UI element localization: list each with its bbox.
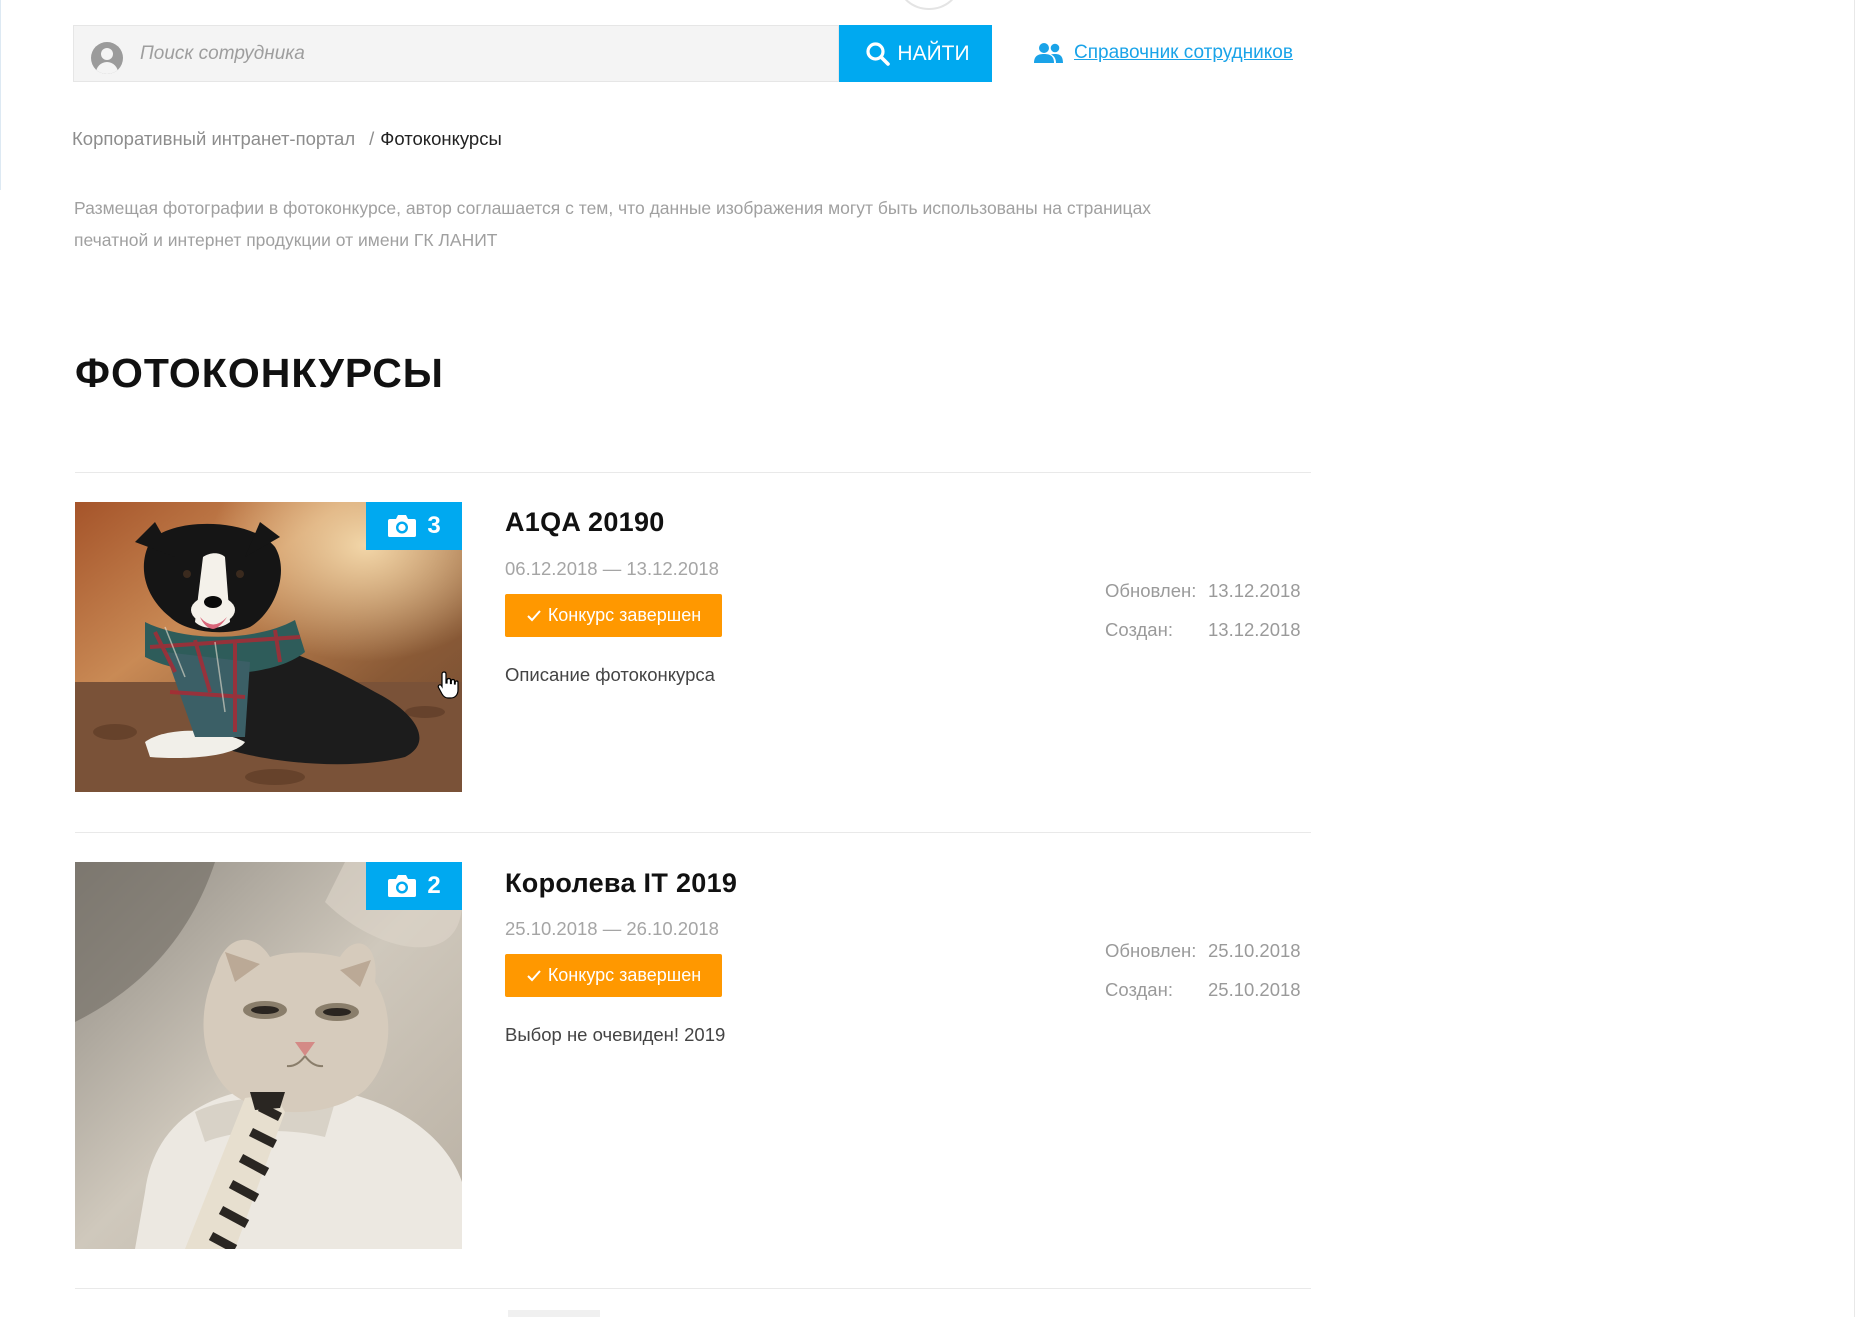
divider <box>75 472 1311 473</box>
contest-dates: 06.12.2018 — 13.12.2018 <box>505 558 719 579</box>
left-edge-line <box>0 0 1 190</box>
status-label: Конкурс завершен <box>547 605 702 625</box>
divider <box>75 832 1311 833</box>
status-label: Конкурс завершен <box>547 965 702 985</box>
search-input[interactable] <box>138 36 822 72</box>
photo-count-badge: 2 <box>366 862 462 910</box>
camera-icon <box>388 515 417 537</box>
photo-count: 2 <box>427 872 441 899</box>
contest-description: Выбор не очевиден! 2019 <box>505 1024 726 1045</box>
search-button-label: НАЙТИ <box>897 41 970 65</box>
hand-cursor-icon <box>437 671 459 699</box>
page-title: ФОТОКОНКУРСЫ <box>75 350 444 396</box>
updated-date: 13.12.2018 <box>1208 580 1301 601</box>
updated-label: Обновлен: <box>1105 940 1197 961</box>
camera-icon <box>388 875 417 897</box>
notice-line-1: Размещая фотографии в фотоконкурсе, авто… <box>74 198 1152 218</box>
updated-label: Обновлен: <box>1105 580 1197 601</box>
photo-count: 3 <box>427 512 441 539</box>
updated-date: 25.10.2018 <box>1208 940 1301 961</box>
user-avatar-icon <box>91 42 123 74</box>
footer-element <box>508 1310 600 1317</box>
created-label: Создан: <box>1105 979 1173 1000</box>
divider <box>75 1288 1311 1289</box>
contest-title[interactable]: A1QA 20190 <box>505 507 665 538</box>
contest-description: Описание фотоконкурса <box>505 664 715 685</box>
cat-photo-image <box>75 862 462 1249</box>
search-button[interactable]: НАЙТИ <box>839 25 992 82</box>
breadcrumb-separator: / <box>369 128 375 149</box>
search-icon <box>866 41 891 66</box>
created-date: 25.10.2018 <box>1208 979 1301 1000</box>
created-label: Создан: <box>1105 619 1173 640</box>
notice-line-2: печатной и интернет продукции от имени Г… <box>74 230 498 250</box>
contest-thumbnail[interactable] <box>75 862 462 1249</box>
employee-directory-label: Справочник сотрудников <box>1074 42 1293 63</box>
contest-title[interactable]: Королева IT 2019 <box>505 868 737 899</box>
right-edge-line <box>1854 0 1855 1317</box>
status-badge: Конкурс завершен <box>505 954 722 997</box>
photo-count-badge: 3 <box>366 502 462 550</box>
contest-dates: 25.10.2018 — 26.10.2018 <box>505 918 719 939</box>
breadcrumb: Корпоративный интранет-портал / Фотоконк… <box>72 128 502 150</box>
created-date: 13.12.2018 <box>1208 619 1301 640</box>
breadcrumb-current: Фотоконкурсы <box>380 128 502 149</box>
check-icon <box>527 609 541 621</box>
status-badge: Конкурс завершен <box>505 594 722 637</box>
breadcrumb-home[interactable]: Корпоративный интранет-портал <box>72 128 355 150</box>
top-decor-circle <box>898 0 960 10</box>
employee-directory-link[interactable]: Справочник сотрудников <box>1033 36 1293 70</box>
notice-text: Размещая фотографии в фотоконкурсе, авто… <box>74 192 1274 256</box>
people-icon <box>1034 43 1063 63</box>
check-icon <box>527 969 541 981</box>
